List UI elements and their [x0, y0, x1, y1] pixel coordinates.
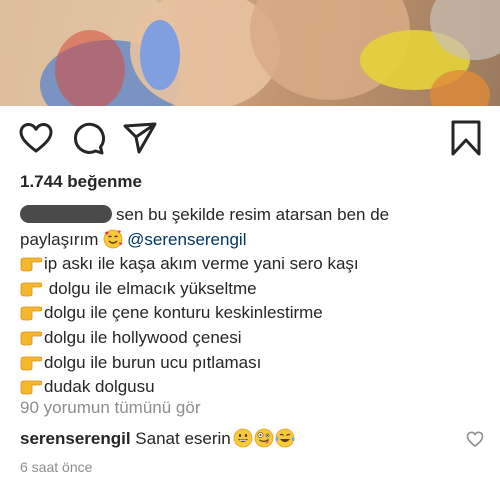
view-all-comments-link[interactable]: 90 yorumun tümünü gör	[20, 398, 201, 418]
backhand-index-pointing-right-emoji	[20, 282, 42, 297]
like-count[interactable]: 1.744 beğenme	[20, 172, 142, 192]
caption-text: ip askı ile kaşa akım verme yani sero ka…	[44, 254, 359, 274]
comment-bubble-icon[interactable]	[70, 120, 106, 156]
tears-of-joy-emoji	[275, 428, 295, 448]
comment-row: serenserengil Sanat eserin	[20, 428, 299, 449]
post-caption: sen bu şekilde resim atarsan ben de payl…	[20, 203, 480, 400]
caption-text: dolgu ile çene konturu keskinlestirme	[44, 303, 323, 323]
caption-text: dolgu ile burun ucu pıtlaması	[44, 352, 262, 372]
caption-text: dolgu ile elmacık yükseltme	[44, 278, 257, 298]
bookmark-icon[interactable]	[448, 120, 484, 156]
comment-text: Sanat eserin	[135, 429, 231, 448]
caption-text: dolgu ile hollywood çenesi	[44, 327, 242, 347]
grinning-face-emoji	[233, 428, 253, 448]
backhand-index-pointing-right-emoji	[20, 356, 42, 370]
heart-outline-icon[interactable]	[18, 120, 54, 156]
post-timestamp: 6 saat önce	[20, 459, 93, 475]
comment-username[interactable]: serenserengil	[20, 429, 131, 448]
zany-face-emoji	[254, 428, 274, 448]
backhand-index-pointing-right-emoji	[20, 257, 42, 272]
mention-link[interactable]: @serenserengil	[127, 230, 246, 249]
backhand-index-pointing-right-emoji	[20, 331, 42, 346]
redacted-username[interactable]	[20, 205, 112, 223]
backhand-index-pointing-right-emoji	[20, 380, 42, 395]
caption-text: dudak dolgusu	[44, 377, 155, 397]
post-photo[interactable]	[0, 0, 500, 106]
post-action-bar	[0, 120, 500, 156]
caption-text: sen bu şekilde resim atarsan ben de	[116, 205, 390, 224]
caption-text: paylaşırım	[20, 229, 99, 249]
small-heart-icon[interactable]	[466, 430, 484, 448]
smiling-face-with-hearts-emoji	[103, 229, 123, 248]
paper-plane-icon[interactable]	[122, 120, 158, 156]
backhand-index-pointing-right-emoji	[20, 306, 42, 321]
